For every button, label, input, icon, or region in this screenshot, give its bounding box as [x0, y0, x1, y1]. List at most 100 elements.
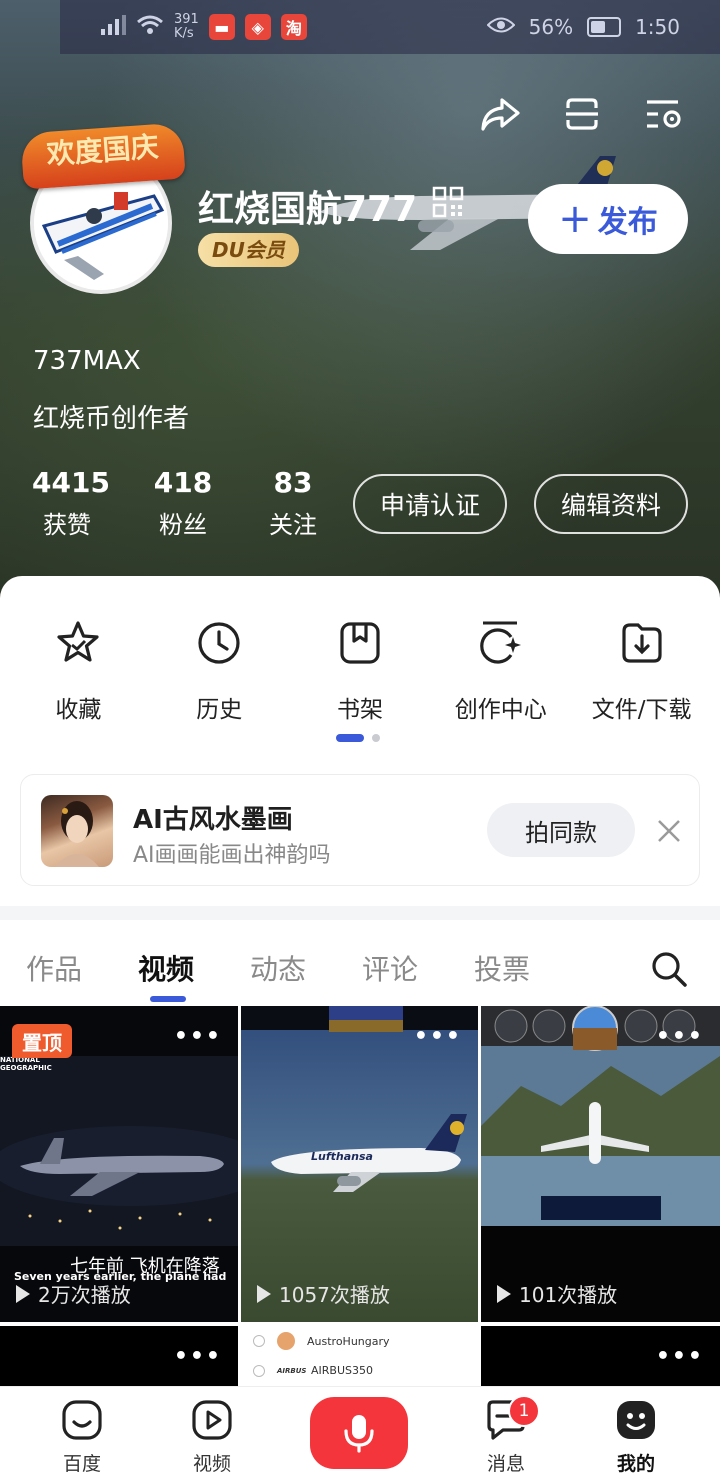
video-tile[interactable]: ••• 101次播放 — [481, 1006, 720, 1322]
try-same-style-button[interactable]: 拍同款 — [487, 803, 635, 857]
more-options-icon[interactable]: ••• — [174, 1026, 222, 1048]
play-icon — [16, 1284, 30, 1303]
stat-label: 获赞 — [43, 511, 91, 539]
vip-badge[interactable]: DU会员 — [198, 233, 299, 267]
avatar-holiday-ribbon: 欢度国庆 — [20, 122, 186, 190]
app-notification-icon: ▬ — [208, 14, 235, 40]
play-icon — [497, 1284, 511, 1303]
video-thumbnail — [241, 1006, 478, 1322]
play-count-text: 101次播放 — [519, 1283, 618, 1307]
radio-icon — [253, 1335, 265, 1347]
microphone-icon — [344, 1415, 374, 1453]
bottom-navigation: 百度 视频 1 消息 我的 — [0, 1386, 720, 1482]
pager-dot[interactable] — [372, 734, 380, 742]
mini-avatar-icon — [277, 1332, 295, 1350]
promo-title: AI古风水墨画 — [133, 805, 293, 835]
battery-icon — [587, 17, 622, 37]
active-tab-indicator — [150, 996, 186, 1002]
video-tile[interactable]: NATIONAL GEOGRAPHIC 置顶 ••• 七年前 飞机在降落 Sev… — [0, 1006, 238, 1322]
close-icon[interactable] — [655, 817, 683, 845]
network-speed: 391 K/s — [174, 12, 199, 41]
airline-livery-text: Lufthansa — [311, 1150, 373, 1163]
shortcut-history[interactable]: 历史 — [149, 618, 290, 724]
publish-button[interactable]: + 发布 — [528, 184, 688, 254]
video-thumbnail — [481, 1006, 720, 1322]
content-tabs: 作品 视频 动态 评论 投票 — [0, 920, 720, 1006]
watermark-text: NATIONAL GEOGRAPHIC — [0, 1056, 52, 1072]
shortcut-pager — [336, 734, 380, 742]
play-count: 2万次播放 — [16, 1279, 131, 1308]
tab-posts[interactable]: 动态 — [250, 948, 306, 988]
nav-label: 百度 — [62, 1453, 101, 1475]
more-options-icon[interactable]: ••• — [174, 1346, 222, 1368]
tab-works[interactable]: 作品 — [26, 948, 82, 988]
shortcut-favorites[interactable]: 收藏 — [8, 618, 149, 724]
scan-icon[interactable] — [560, 92, 604, 136]
clock-icon — [194, 618, 244, 668]
more-options-icon[interactable]: ••• — [414, 1026, 462, 1048]
play-count: 1057次播放 — [257, 1279, 390, 1308]
stat-label: 粉丝 — [159, 511, 207, 539]
qr-code-icon[interactable] — [432, 186, 464, 218]
nav-home[interactable]: 百度 — [32, 1397, 132, 1476]
battery-percent: 56% — [528, 15, 574, 39]
nav-label: 我的 — [616, 1453, 655, 1475]
video-tile[interactable]: ••• — [481, 1326, 720, 1386]
creator-center-icon — [476, 618, 526, 668]
shortcut-label: 创作中心 — [454, 697, 547, 723]
promo-thumbnail — [41, 795, 113, 867]
more-options-icon[interactable]: ••• — [656, 1346, 704, 1368]
nav-video[interactable]: 视频 — [162, 1397, 262, 1476]
plus-icon: + — [558, 196, 592, 242]
stat-value: 4415 — [32, 466, 110, 499]
nav-label: 消息 — [486, 1453, 525, 1475]
shortcut-creator-center[interactable]: 创作中心 — [430, 618, 571, 724]
tab-videos[interactable]: 视频 — [138, 948, 194, 988]
unread-badge: 1 — [508, 1395, 540, 1427]
stat-following[interactable]: 83 关注 — [258, 466, 328, 540]
promo-banner[interactable]: AI古风水墨画 AI画画能画出神韵吗 拍同款 — [20, 774, 700, 886]
wifi-icon — [136, 14, 164, 41]
shortcut-label: 收藏 — [55, 697, 102, 723]
stat-value: 83 — [273, 466, 313, 499]
bookshelf-icon — [335, 618, 385, 668]
search-icon[interactable] — [650, 950, 688, 988]
shortcut-label: 历史 — [196, 697, 243, 723]
video-grid: NATIONAL GEOGRAPHIC 置顶 ••• 七年前 飞机在降落 Sev… — [0, 1006, 720, 1386]
profile-name: 红烧国航777 — [198, 189, 418, 230]
video-icon — [189, 1397, 235, 1443]
promo-subtitle: AI画画能画出神韵吗 — [133, 843, 331, 868]
stat-fans[interactable]: 418 粉丝 — [148, 466, 218, 540]
eye-comfort-icon — [486, 15, 516, 39]
shortcut-row: 收藏 历史 书架 创作中心 文件/下载 — [8, 618, 712, 724]
tab-polls[interactable]: 投票 — [474, 948, 530, 988]
header-actions — [478, 92, 686, 136]
voice-search-button[interactable] — [310, 1397, 408, 1469]
play-count-text: 2万次播放 — [38, 1283, 131, 1307]
shortcut-label: 文件/下载 — [591, 697, 692, 723]
tab-comments[interactable]: 评论 — [362, 948, 418, 988]
list-row-label: AIRBUS350 — [311, 1364, 373, 1377]
list-row-label: AustroHungary — [307, 1334, 390, 1348]
nav-messages[interactable]: 1 消息 — [456, 1395, 556, 1476]
video-tile[interactable]: ••• — [0, 1326, 238, 1386]
download-icon — [617, 618, 667, 668]
list-row: AIRBUS AIRBUS350 — [253, 1364, 373, 1377]
share-icon[interactable] — [478, 92, 522, 136]
more-options-icon[interactable]: ••• — [414, 1346, 462, 1368]
stat-likes[interactable]: 4415 获赞 — [32, 466, 110, 540]
profile-icon — [613, 1397, 659, 1443]
shortcut-downloads[interactable]: 文件/下载 — [571, 618, 712, 724]
taobao-notification-icon: 淘 — [280, 14, 307, 40]
edit-profile-button[interactable]: 编辑资料 — [534, 474, 688, 534]
status-bar: 391 K/s ▬ ◈ 淘 56% 1:50 — [60, 0, 720, 54]
video-tile[interactable]: Lufthansa ••• 1057次播放 — [241, 1006, 478, 1322]
publish-button-label: 发布 — [597, 205, 658, 240]
apply-verification-button[interactable]: 申请认证 — [353, 474, 507, 534]
shortcut-bookshelf[interactable]: 书架 — [290, 618, 431, 724]
more-options-icon[interactable]: ••• — [656, 1026, 704, 1048]
pinned-badge: 置顶 — [12, 1024, 72, 1058]
video-tile[interactable]: AustroHungary AIRBUS AIRBUS350 ••• — [241, 1326, 478, 1386]
settings-menu-icon[interactable] — [642, 92, 686, 136]
nav-profile[interactable]: 我的 — [586, 1397, 686, 1476]
